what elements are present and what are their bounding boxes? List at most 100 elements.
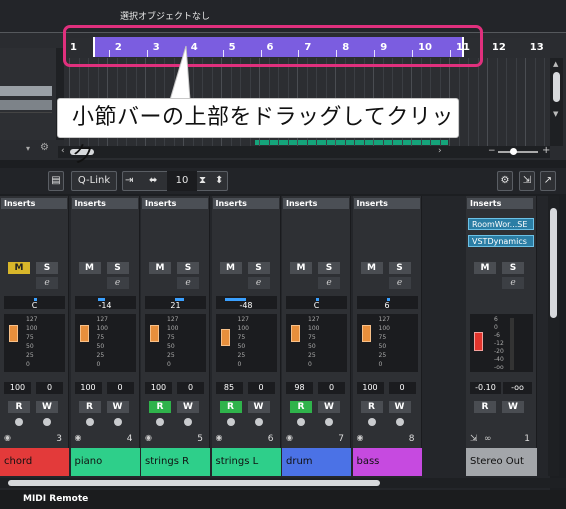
qlink-button[interactable]: Q-Link — [71, 171, 117, 191]
monitor-icon[interactable] — [184, 418, 192, 426]
channel-name-6[interactable]: strings L — [211, 448, 281, 476]
solo-button[interactable]: S — [502, 262, 524, 274]
edit-icon[interactable]: ℯ — [318, 277, 340, 289]
monitor-icon[interactable] — [254, 418, 263, 426]
read-button[interactable]: R — [474, 401, 496, 413]
list-icon[interactable]: ▤ — [48, 171, 64, 191]
record-enable-icon[interactable] — [226, 418, 235, 426]
mute-button[interactable]: M — [149, 262, 171, 274]
scroll-thumb[interactable] — [8, 480, 380, 486]
mute-button[interactable]: M — [360, 262, 383, 274]
inserts-header[interactable]: Inserts — [212, 198, 279, 209]
output-fader-cap[interactable] — [474, 332, 483, 351]
midi-remote-tab[interactable]: MIDI Remote — [23, 494, 88, 504]
scroll-down-icon[interactable]: ▼ — [553, 110, 558, 118]
read-button[interactable]: R — [78, 401, 101, 413]
settings-gear-icon[interactable]: ⚙ — [497, 171, 513, 191]
volume-value[interactable]: 100 — [4, 382, 31, 394]
solo-button[interactable]: S — [177, 262, 199, 274]
fader-cap[interactable] — [9, 324, 18, 342]
inserts-header[interactable]: Inserts — [142, 198, 208, 209]
mute-button[interactable]: M — [78, 262, 101, 274]
edit-icon[interactable]: ℯ — [502, 277, 524, 289]
solo-button[interactable]: S — [247, 262, 270, 274]
channel-name-stereo-out[interactable]: Stereo Out — [466, 448, 537, 476]
mute-button[interactable]: M — [8, 262, 30, 274]
insert-plugin-slot[interactable]: RoomWor...SE — [468, 218, 534, 230]
track-row[interactable] — [0, 100, 52, 110]
pan-control[interactable]: 6 — [356, 296, 418, 310]
mute-button[interactable]: M — [474, 262, 496, 274]
write-button[interactable]: W — [318, 401, 340, 413]
volume-fader[interactable]: 127 100 75 50 25 0 — [74, 314, 136, 372]
volume-fader[interactable]: 127 100 75 50 25 0 — [356, 314, 418, 372]
pan-control[interactable]: C — [4, 296, 65, 310]
output-fader-area[interactable]: 6 0 -6 -12 -20 -40 -oo — [470, 314, 533, 372]
fader-cap[interactable] — [220, 329, 230, 347]
export-icon[interactable]: ⇲ — [519, 171, 535, 191]
volume-value[interactable]: 100 — [145, 382, 172, 394]
solo-button[interactable]: S — [318, 262, 340, 274]
volume-fader[interactable]: 127 100 75 50 25 0 — [145, 314, 206, 372]
scroll-left-icon[interactable]: ‹ — [61, 146, 65, 156]
mute-button[interactable]: M — [219, 262, 242, 274]
fader-cap[interactable] — [150, 324, 159, 342]
volume-value[interactable]: 85 — [215, 382, 243, 394]
fader-cap[interactable] — [79, 324, 89, 342]
record-enable-icon[interactable] — [15, 418, 23, 426]
expand-width-icon[interactable]: ⬌ — [149, 172, 157, 190]
open-external-icon[interactable]: ↗ — [540, 171, 556, 191]
inserts-header[interactable]: Inserts — [283, 198, 349, 209]
channel-name-5[interactable]: strings R — [141, 448, 210, 476]
edit-icon[interactable]: ℯ — [36, 277, 58, 289]
record-enable-icon[interactable] — [367, 418, 376, 426]
channel-name-4[interactable]: piano — [70, 448, 140, 476]
output-routing-icon[interactable]: ⇲ — [470, 434, 478, 444]
fader-cap[interactable] — [291, 325, 300, 343]
channel-name-8[interactable]: bass — [352, 448, 422, 476]
inserts-header[interactable]: Inserts — [353, 198, 420, 209]
volume-fader[interactable]: 127 100 75 50 25 0 — [286, 314, 347, 372]
inserts-header[interactable]: Inserts — [467, 198, 533, 209]
pan-control[interactable]: -48 — [215, 296, 277, 310]
write-button[interactable]: W — [502, 401, 524, 413]
track-row-selected[interactable] — [0, 86, 52, 96]
record-enable-icon[interactable] — [156, 418, 164, 426]
read-button[interactable]: R — [360, 401, 383, 413]
ruler-number-13[interactable]: 13 — [530, 42, 544, 53]
volume-fader[interactable]: 127 100 75 50 25 0 — [215, 314, 277, 372]
fader-cap[interactable] — [361, 324, 371, 342]
mute-button[interactable]: M — [290, 262, 312, 274]
write-button[interactable]: W — [177, 401, 199, 413]
pan-control[interactable]: C — [286, 296, 347, 310]
read-button[interactable]: R — [290, 401, 312, 413]
inserts-header[interactable]: Inserts — [1, 198, 67, 209]
track-list[interactable] — [0, 48, 56, 140]
project-vertical-scrollbar[interactable]: ▲ ▼ — [550, 58, 563, 146]
edit-icon[interactable]: ℯ — [177, 277, 199, 289]
inserts-header[interactable]: Inserts — [71, 198, 138, 209]
ruler-number-12[interactable]: 12 — [492, 42, 506, 53]
zoom-width-icon[interactable]: ⇥ — [125, 172, 133, 190]
edit-icon[interactable]: ℯ — [247, 277, 270, 289]
read-button[interactable]: R — [8, 401, 30, 413]
solo-button[interactable]: S — [106, 262, 129, 274]
track-row[interactable] — [0, 112, 52, 140]
monitor-icon[interactable] — [325, 418, 333, 426]
collapse-height-icon[interactable]: ⧗ — [199, 172, 206, 190]
volume-fader[interactable]: 127 100 75 50 25 0 — [4, 314, 65, 372]
stepper-icon[interactable]: ⬍ — [215, 172, 223, 190]
link-icon[interactable]: ∞ — [484, 434, 492, 444]
volume-value[interactable]: 100 — [356, 382, 384, 394]
zoom-out-icon[interactable]: − — [488, 146, 496, 156]
read-button[interactable]: R — [149, 401, 171, 413]
zoom-in-icon[interactable]: + — [542, 145, 550, 156]
mixer-vertical-scrollbar[interactable] — [548, 196, 559, 476]
zoom-handle[interactable] — [510, 148, 517, 155]
insert-plugin-slot[interactable]: VSTDynamics — [468, 235, 534, 247]
chevron-down-icon[interactable]: ▾ — [26, 144, 30, 153]
pan-control[interactable]: -14 — [74, 296, 136, 310]
channel-name-3[interactable]: chord — [0, 448, 69, 476]
gear-icon[interactable]: ⚙ — [40, 142, 49, 153]
volume-value[interactable]: 98 — [286, 382, 313, 394]
